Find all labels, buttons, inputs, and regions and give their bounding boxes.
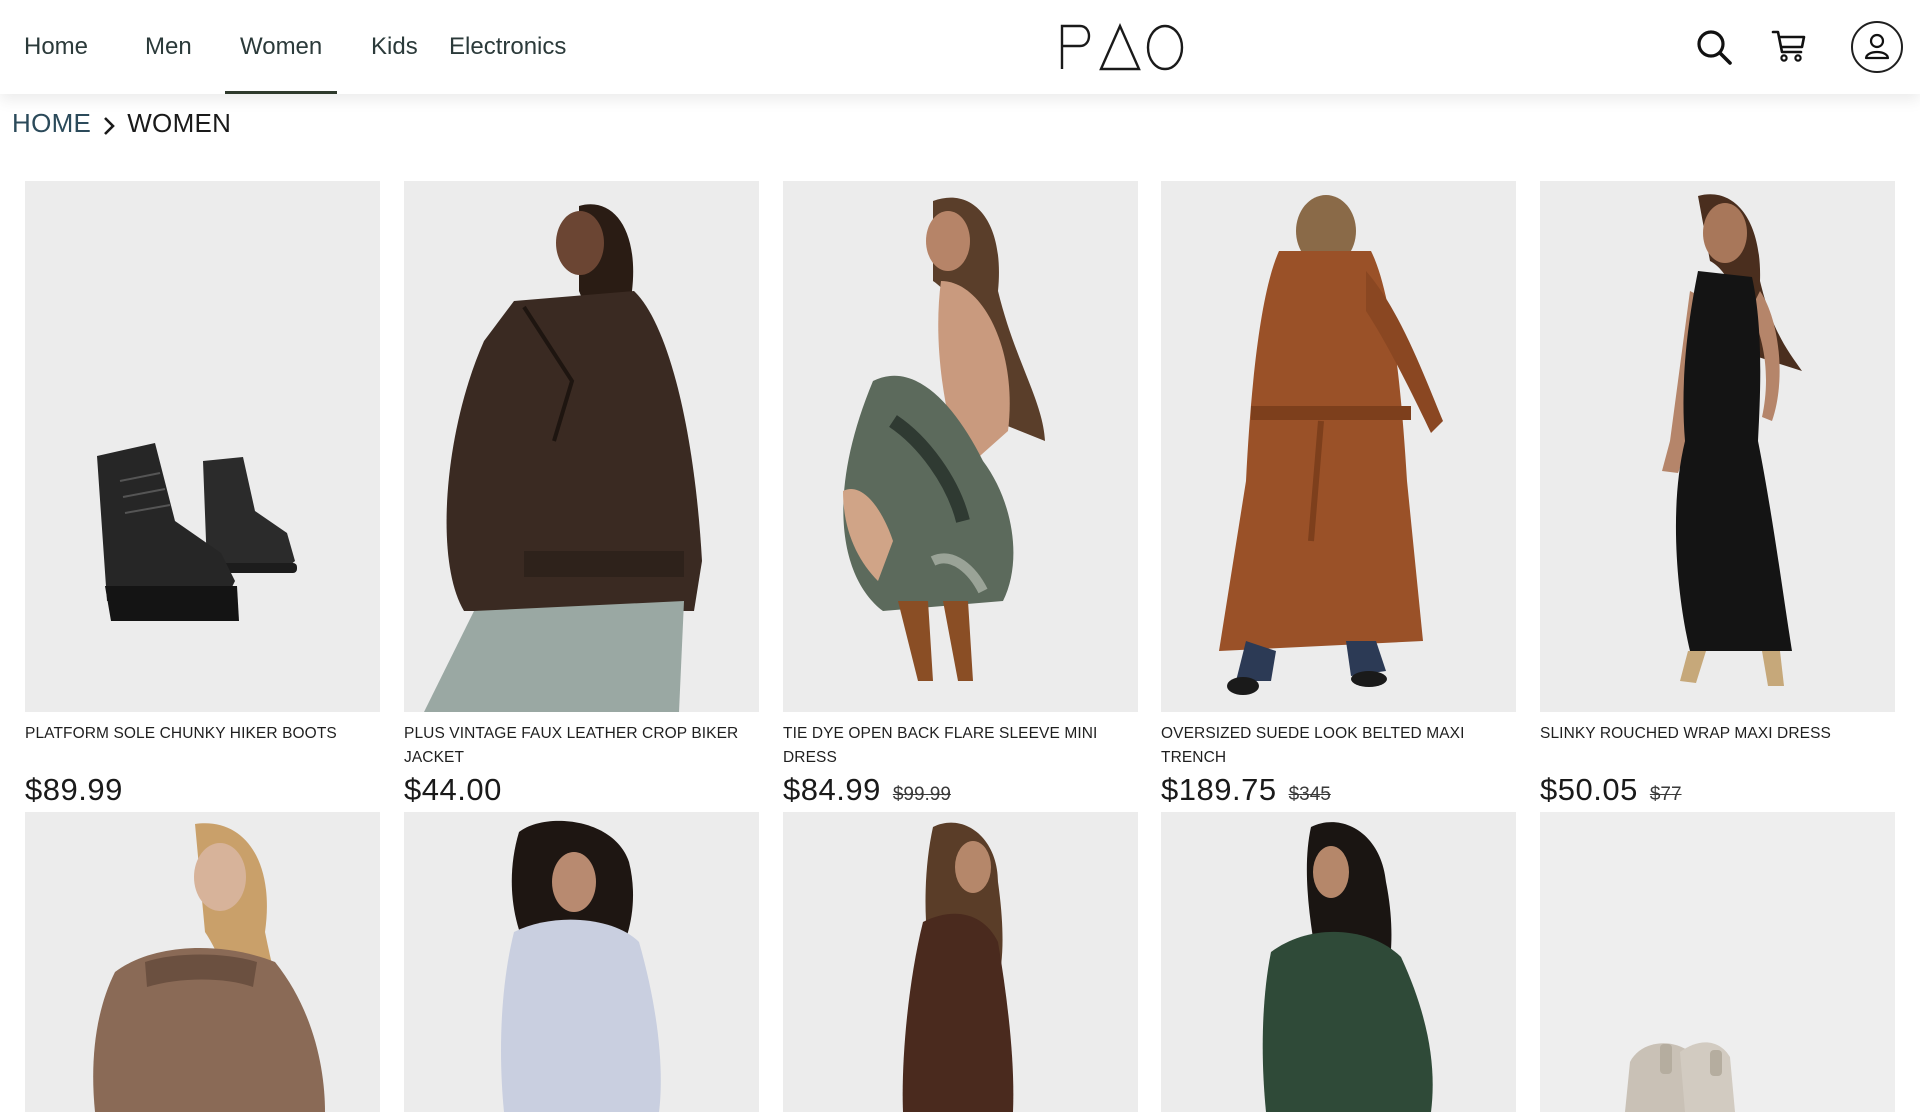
current-price: $44.00 (404, 772, 502, 807)
product-price: $89.99 (25, 772, 380, 808)
product-price: $50.05 $77 (1540, 772, 1895, 808)
product-card[interactable]: TIE DYE OPEN BACK FLARE SLEEVE MINI DRES… (783, 181, 1138, 808)
original-price: $99.99 (892, 784, 951, 805)
product-image[interactable] (1540, 181, 1895, 712)
product-image[interactable] (1161, 181, 1516, 712)
product-grid: PLATFORM SOLE CHUNKY HIKER BOOTS $89.99 … (0, 0, 1920, 1112)
product-card[interactable]: SLINKY ROUCHED WRAP MAXI DRESS $50.05 $7… (1540, 181, 1895, 808)
product-card[interactable] (404, 812, 759, 1112)
product-price: $84.99 $99.99 (783, 772, 1138, 808)
nav-women[interactable]: Women (224, 0, 338, 94)
product-price: $189.75 $345 (1161, 772, 1516, 808)
product-image[interactable] (783, 812, 1138, 1112)
product-name[interactable]: PLATFORM SOLE CHUNKY HIKER BOOTS (25, 722, 380, 770)
product-name[interactable]: OVERSIZED SUEDE LOOK BELTED MAXI TRENCH (1161, 722, 1516, 770)
nav-kids[interactable]: Kids (371, 0, 418, 94)
product-image[interactable] (1540, 812, 1895, 1112)
product-image[interactable] (25, 181, 380, 712)
product-image[interactable] (1161, 812, 1516, 1112)
cart-icon[interactable] (1771, 28, 1807, 64)
original-price: $345 (1288, 784, 1331, 805)
product-card[interactable] (25, 812, 380, 1112)
product-price: $44.00 (404, 772, 759, 808)
current-price: $50.05 (1540, 772, 1638, 807)
product-image[interactable] (404, 181, 759, 712)
original-price: $77 (1649, 784, 1682, 805)
product-card[interactable]: PLATFORM SOLE CHUNKY HIKER BOOTS $89.99 (25, 181, 380, 808)
product-card[interactable]: PLUS VINTAGE FAUX LEATHER CROP BIKER JAC… (404, 181, 759, 808)
top-header: Home Men Women Kids Electronics (0, 0, 1920, 94)
nav-men[interactable]: Men (145, 0, 192, 94)
nav-home[interactable]: Home (24, 0, 88, 94)
product-name[interactable]: TIE DYE OPEN BACK FLARE SLEEVE MINI DRES… (783, 722, 1138, 770)
current-price: $89.99 (25, 772, 123, 807)
product-card[interactable] (1540, 812, 1895, 1112)
user-icon[interactable] (1851, 21, 1903, 73)
product-card[interactable] (783, 812, 1138, 1112)
brand-logo[interactable] (1058, 22, 1186, 72)
product-card[interactable] (1161, 812, 1516, 1112)
current-price: $189.75 (1161, 772, 1277, 807)
product-image[interactable] (783, 181, 1138, 712)
current-price: $84.99 (783, 772, 881, 807)
product-image[interactable] (25, 812, 380, 1112)
search-icon[interactable] (1695, 28, 1733, 66)
product-image[interactable] (404, 812, 759, 1112)
product-card[interactable]: OVERSIZED SUEDE LOOK BELTED MAXI TRENCH … (1161, 181, 1516, 808)
product-name[interactable]: PLUS VINTAGE FAUX LEATHER CROP BIKER JAC… (404, 722, 759, 770)
nav-electronics[interactable]: Electronics (449, 0, 566, 94)
product-name[interactable]: SLINKY ROUCHED WRAP MAXI DRESS (1540, 722, 1895, 770)
